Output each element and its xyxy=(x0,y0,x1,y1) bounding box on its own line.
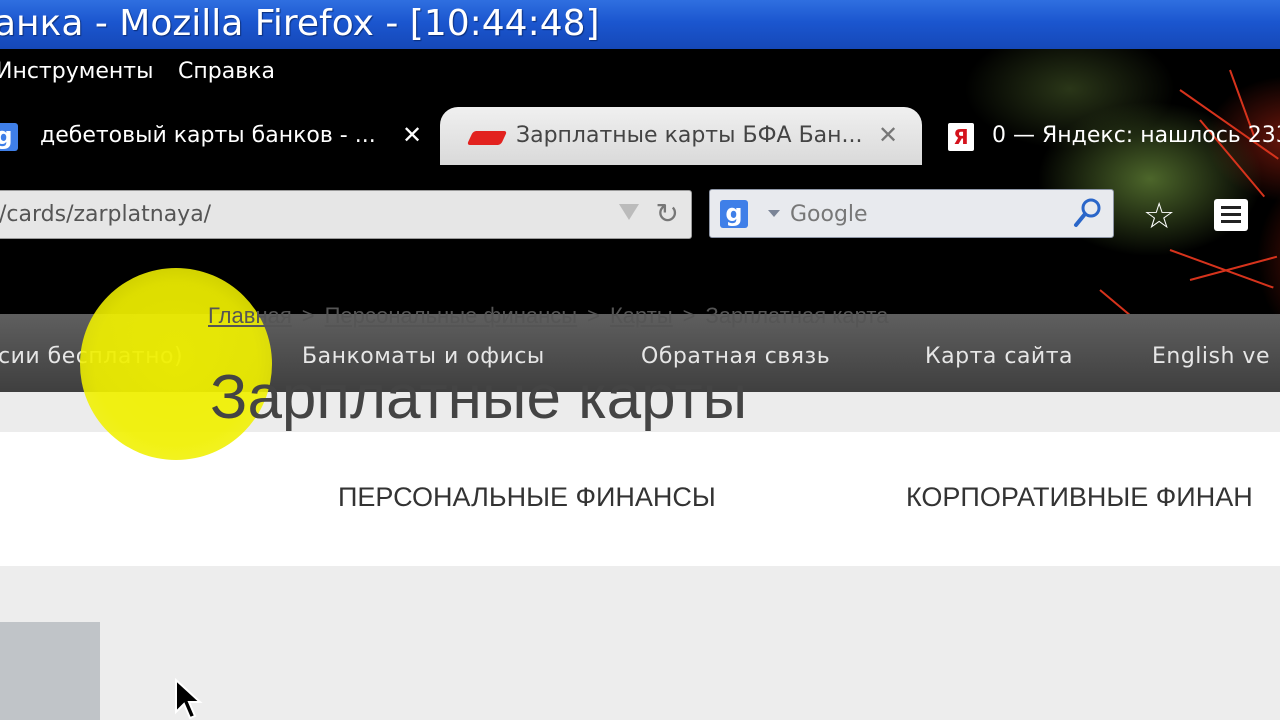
tab-label: дебетовый карты банков - ... xyxy=(40,123,376,148)
tab-label: 0 — Яндекс: нашлось 233 xyxy=(992,123,1280,148)
tab-debit-cards[interactable]: g дебетовый карты банков - ... ✕ xyxy=(0,107,440,165)
breadcrumb: Главная > Персональные финансы > Карты > Зарпл… xyxy=(208,303,888,329)
breadcrumb-link-personal-finance[interactable]: Персональные финансы xyxy=(325,303,578,328)
nav-link-sitemap[interactable]: Карта сайта xyxy=(925,344,1073,369)
search-bar[interactable]: g Google xyxy=(709,189,1114,238)
bfa-bank-icon xyxy=(466,131,508,145)
bookmark-star-icon[interactable]: ☆ xyxy=(1143,196,1175,237)
screen: анка - Mozilla Firefox - [10:44:48] Инст… xyxy=(0,0,1280,720)
menu-help[interactable]: Справка xyxy=(178,59,275,84)
menu-tools[interactable]: Инструменты xyxy=(0,59,153,84)
url-history-dropdown-icon[interactable] xyxy=(619,204,639,220)
breadcrumb-link-home[interactable]: Главная xyxy=(208,303,292,328)
tab-label: Зарплатные карты БФА Бан... xyxy=(516,123,863,148)
category-personal-finance[interactable]: ПЕРСОНАЛЬНЫЕ ФИНАНСЫ xyxy=(338,482,716,513)
breadcrumb-separator: > xyxy=(301,303,315,328)
breadcrumb-link-cards[interactable]: Карты xyxy=(610,303,673,328)
chevron-down-icon[interactable] xyxy=(768,210,780,217)
search-icon[interactable] xyxy=(1073,196,1103,230)
mouse-pointer-icon xyxy=(175,678,203,720)
close-icon[interactable]: ✕ xyxy=(402,121,422,149)
google-search-engine-icon[interactable]: g xyxy=(720,200,748,228)
close-icon[interactable]: ✕ xyxy=(878,121,898,149)
bookmarks-menu-icon[interactable] xyxy=(1214,199,1248,231)
breadcrumb-current: Зарплатная карта xyxy=(705,303,889,328)
address-bar[interactable]: /cards/zarplatnaya/ ↻ xyxy=(0,190,692,239)
tab-salary-cards[interactable]: Зарплатные карты БФА Бан... ✕ xyxy=(440,107,922,165)
category-corporate-finance[interactable]: КОРПОРАТИВНЫЕ ФИНАН xyxy=(906,482,1253,513)
page-title: Зарплатные карты xyxy=(210,363,748,432)
window-titlebar: анка - Mozilla Firefox - [10:44:48] xyxy=(0,0,1280,49)
google-icon: g xyxy=(0,123,18,151)
search-placeholder: Google xyxy=(790,202,868,227)
nav-link-english[interactable]: English ve xyxy=(1152,344,1270,369)
window-title: анка - Mozilla Firefox - [10:44:48] xyxy=(0,3,600,44)
tab-yandex[interactable]: Я 0 — Яндекс: нашлось 233 xyxy=(940,107,1280,165)
side-banner xyxy=(0,622,100,720)
url-text: /cards/zarplatnaya/ xyxy=(0,202,212,227)
breadcrumb-separator: > xyxy=(682,303,696,328)
yandex-icon: Я xyxy=(948,123,974,151)
reload-icon[interactable]: ↻ xyxy=(656,197,679,230)
breadcrumb-separator: > xyxy=(587,303,600,328)
